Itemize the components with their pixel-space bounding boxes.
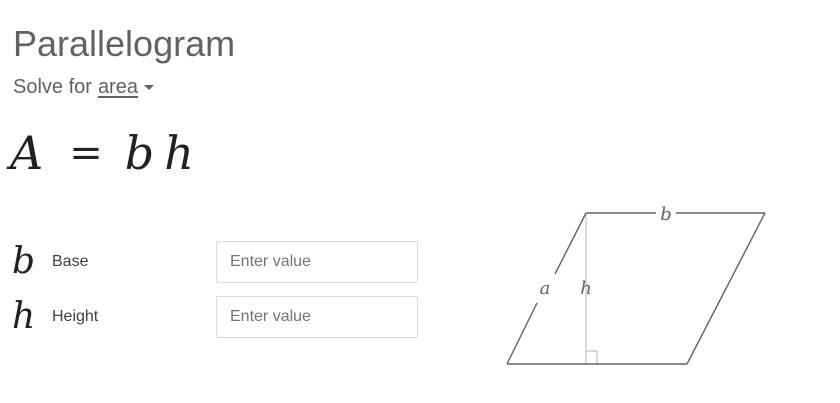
label-h: h	[580, 278, 592, 299]
formula-lhs: A	[10, 126, 44, 180]
formula-term-b: b	[124, 126, 155, 180]
formula: A = b h	[10, 124, 194, 182]
left-edge-upper	[554, 212, 587, 275]
variable-symbol-b: b	[12, 241, 36, 282]
variable-symbol-h: h	[12, 296, 36, 337]
left-edge-lower	[506, 302, 538, 365]
solve-for-dropdown[interactable]: area	[98, 74, 154, 100]
right-angle-marker	[586, 350, 598, 364]
variable-row-base: b Base	[12, 241, 418, 283]
height-input[interactable]	[216, 296, 418, 338]
solve-for-row: Solve for area	[13, 74, 154, 100]
solve-for-value: area	[97, 76, 138, 98]
parallelogram-diagram: b a h	[506, 204, 766, 365]
caret-down-icon	[143, 84, 154, 90]
solve-for-label: Solve for	[13, 76, 92, 98]
formula-term-h: h	[164, 126, 194, 180]
variable-label-base: Base	[52, 253, 89, 270]
right-edge	[686, 212, 766, 365]
formula-equals: =	[69, 130, 103, 176]
base-input[interactable]	[216, 241, 418, 283]
label-a: a	[540, 278, 551, 299]
page-title: Parallelogram	[13, 23, 236, 64]
variable-row-height: h Height	[12, 296, 418, 338]
label-b: b	[660, 204, 672, 225]
variable-label-height: Height	[52, 308, 99, 325]
